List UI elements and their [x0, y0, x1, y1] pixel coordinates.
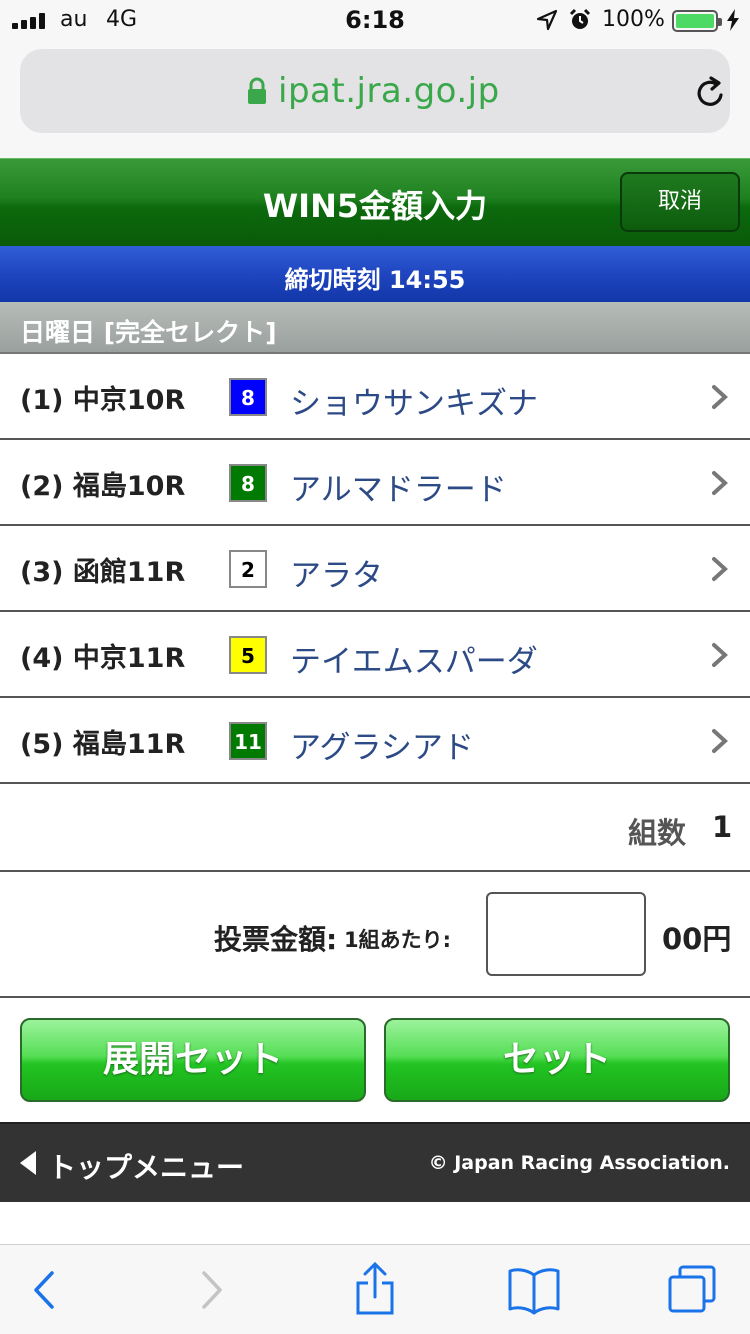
status-bar: au 4G 6:18 100%	[0, 0, 750, 40]
horse-number-badge: 8	[229, 378, 267, 416]
bet-amount-input[interactable]	[486, 892, 646, 976]
horse-number-badge: 8	[229, 464, 267, 502]
race-row[interactable]: (3) 函館11R 2 アラタ	[0, 526, 750, 612]
race-label: (1) 中京10R	[20, 385, 186, 416]
page-header: WIN5金額入力 取消	[0, 158, 750, 246]
battery-percentage: 100%	[602, 7, 665, 32]
bet-amount-row: 投票金額: 1組あたり: 00円	[0, 872, 750, 998]
race-label: (3) 函館11R	[20, 557, 186, 588]
horse-name: ショウサンキズナ	[290, 386, 538, 422]
combination-count-label: 組数	[628, 816, 687, 850]
horse-number-badge: 11	[229, 722, 267, 760]
share-icon[interactable]	[352, 1261, 398, 1317]
browser-toolbar	[0, 1244, 750, 1334]
cancel-button[interactable]: 取消	[620, 172, 740, 232]
horse-name: アグラシアド	[290, 730, 474, 766]
chevron-right-icon	[712, 385, 728, 409]
section-header: 日曜日 [完全セレクト]	[0, 302, 750, 354]
back-icon[interactable]	[28, 1267, 58, 1313]
bet-amount-unit: 00円	[662, 922, 732, 956]
battery-icon	[672, 10, 722, 32]
race-label: (5) 福島11R	[20, 729, 186, 760]
per-combination-label: 1組あたり:	[344, 928, 452, 952]
lock-icon	[248, 77, 266, 104]
chevron-right-icon	[712, 471, 728, 495]
race-list: (1) 中京10R 8 ショウサンキズナ (2) 福島10R 8 アルマドラード…	[0, 354, 750, 784]
reload-icon[interactable]	[690, 73, 730, 113]
race-label: (4) 中京11R	[20, 643, 186, 674]
race-row[interactable]: (2) 福島10R 8 アルマドラード	[0, 440, 750, 526]
combination-count-row: 組数 1	[0, 784, 750, 872]
horse-number-badge: 5	[229, 636, 267, 674]
copyright-text: © Japan Racing Association.	[428, 1152, 730, 1174]
tabs-icon[interactable]	[666, 1263, 718, 1315]
chevron-right-icon	[712, 643, 728, 667]
expand-set-button[interactable]: 展開セット	[20, 1018, 366, 1102]
action-buttons: 展開セット セット	[0, 998, 750, 1122]
race-label: (2) 福島10R	[20, 471, 186, 502]
horse-number-badge: 2	[229, 550, 267, 588]
deadline-time: 締切時刻 14:55	[284, 266, 466, 294]
bet-amount-label: 投票金額:	[214, 923, 338, 956]
url-text: ipat.jra.go.jp	[278, 71, 500, 111]
alarm-icon	[569, 8, 591, 29]
combination-count-value: 1	[712, 810, 733, 844]
top-menu-link[interactable]: トップメニュー	[48, 1146, 244, 1186]
race-row[interactable]: (1) 中京10R 8 ショウサンキズナ	[0, 354, 750, 440]
page-footer: トップメニュー © Japan Racing Association.	[0, 1122, 750, 1202]
deadline-bar: 締切時刻 14:55	[0, 246, 750, 302]
chevron-right-icon	[712, 557, 728, 581]
race-row[interactable]: (4) 中京11R 5 テイエムスパーダ	[0, 612, 750, 698]
browser-address-area: ipat.jra.go.jp	[0, 40, 750, 158]
section-title: 日曜日 [完全セレクト]	[20, 318, 277, 347]
chevron-right-icon	[712, 729, 728, 753]
race-row[interactable]: (5) 福島11R 11 アグラシアド	[0, 698, 750, 784]
set-button[interactable]: セット	[384, 1018, 730, 1102]
horse-name: アルマドラード	[290, 472, 507, 508]
horse-name: アラタ	[290, 558, 383, 594]
triangle-left-icon[interactable]	[18, 1149, 38, 1177]
forward-icon[interactable]	[196, 1267, 226, 1313]
address-bar[interactable]: ipat.jra.go.jp	[20, 49, 730, 133]
charging-icon	[727, 9, 739, 31]
horse-name: テイエムスパーダ	[290, 644, 538, 680]
location-icon	[536, 9, 558, 31]
bookmarks-icon[interactable]	[506, 1265, 562, 1315]
